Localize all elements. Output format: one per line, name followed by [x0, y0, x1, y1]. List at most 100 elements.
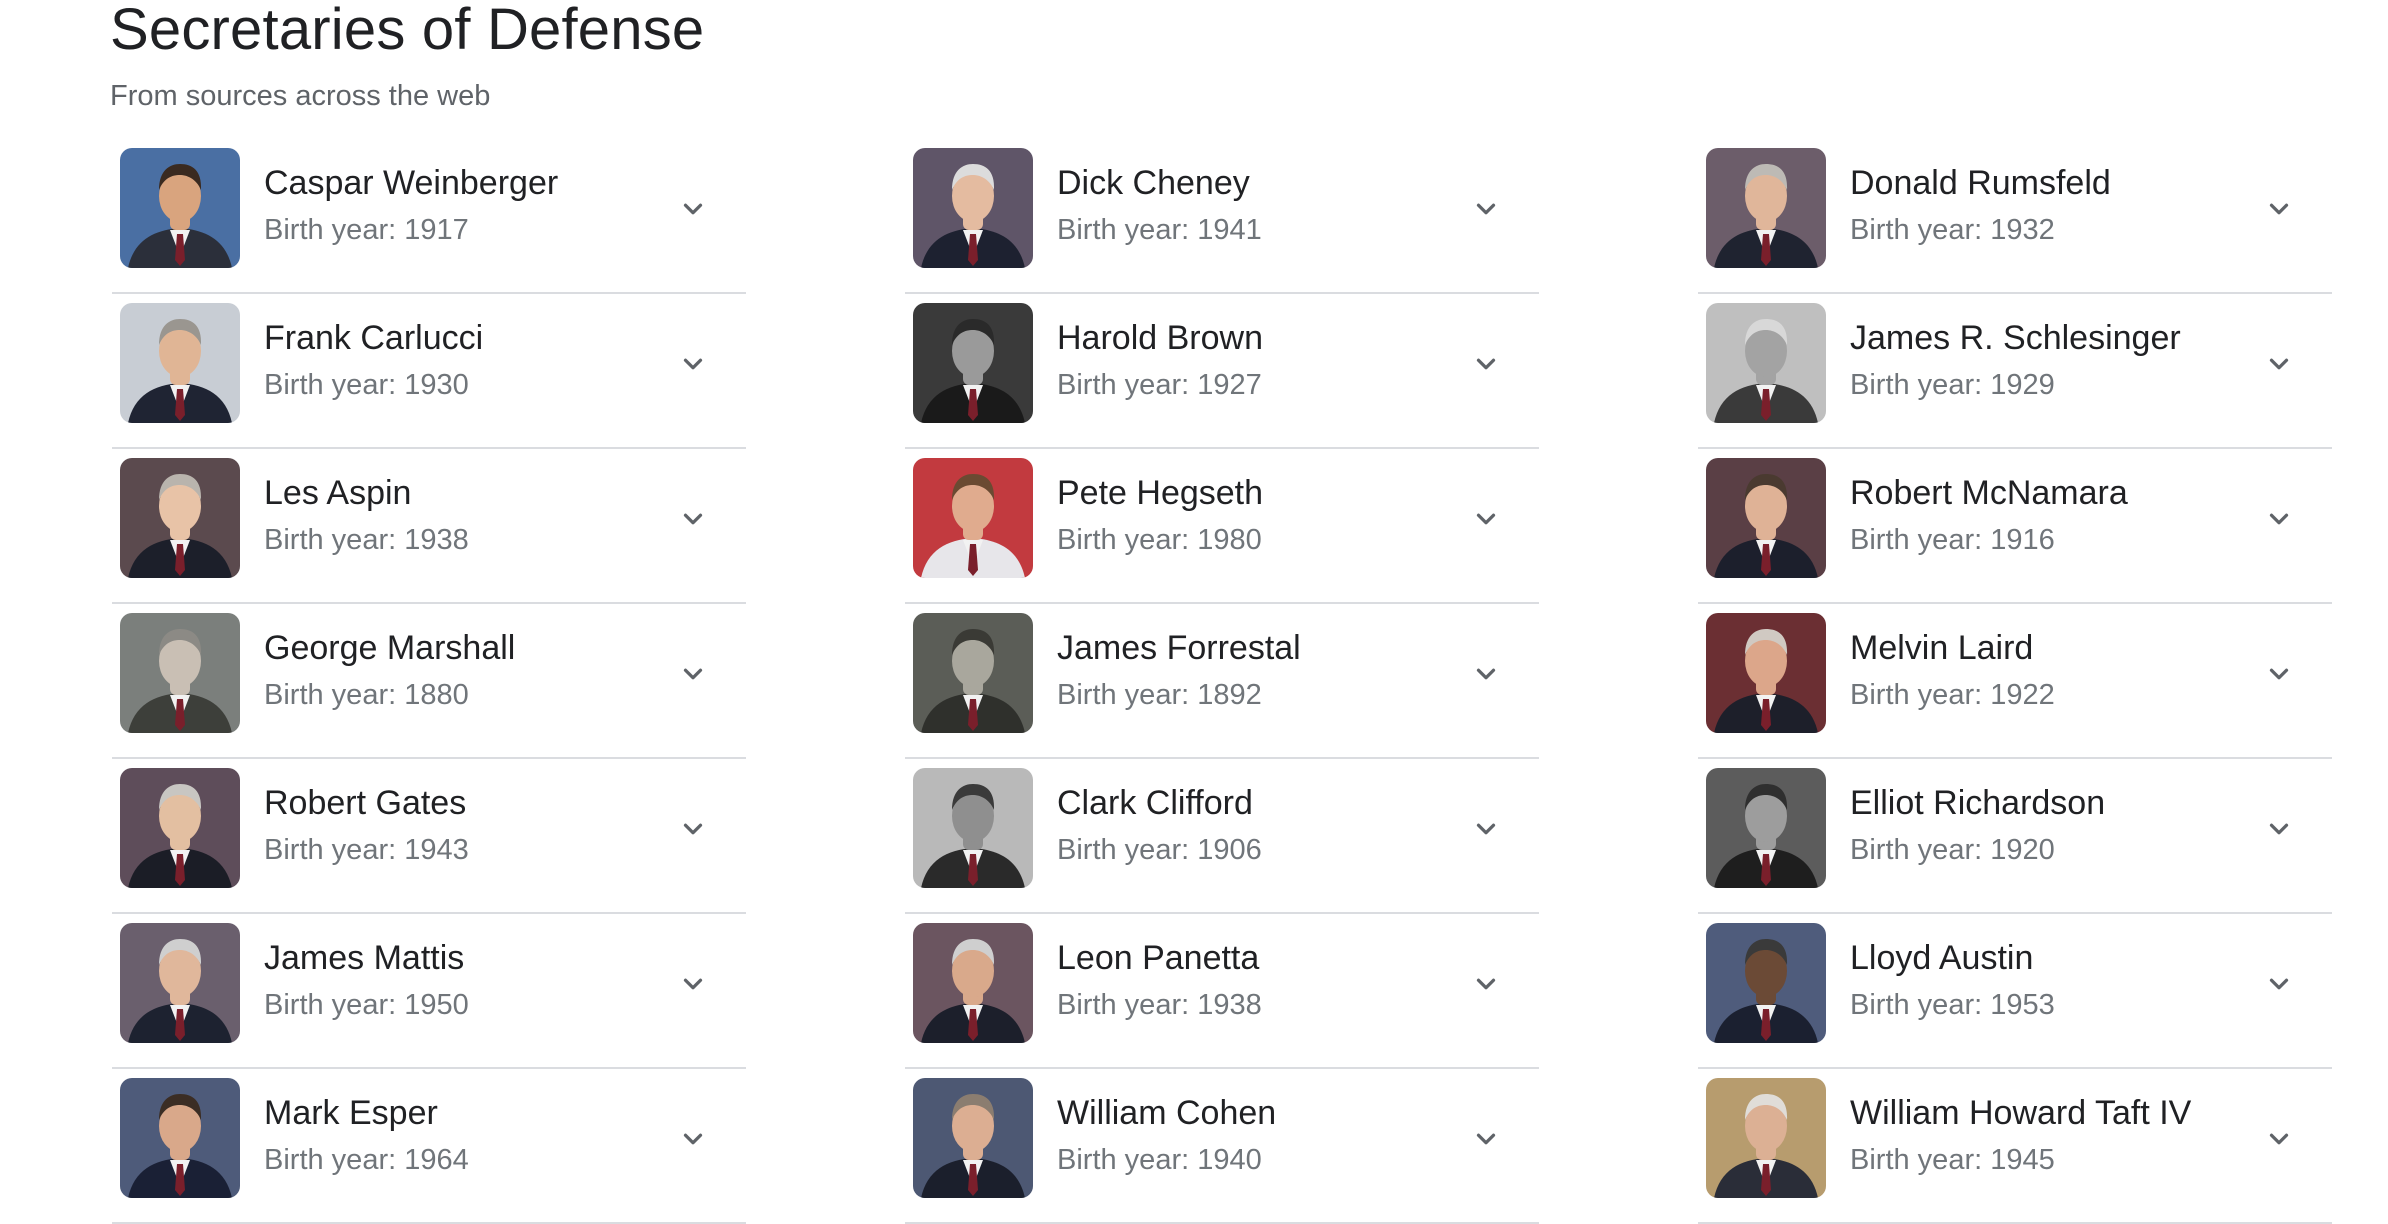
birth-year: Birth year: 1943 — [264, 834, 469, 866]
chevron-down-icon[interactable] — [676, 812, 710, 846]
portrait-photo[interactable] — [120, 1078, 240, 1198]
person-name[interactable]: Caspar Weinberger — [264, 162, 558, 204]
person-name[interactable]: Les Aspin — [264, 472, 411, 514]
chevron-down-icon[interactable] — [2262, 967, 2296, 1001]
birth-year: Birth year: 1929 — [1850, 369, 2055, 401]
result-row[interactable]: Harold Brown Birth year: 1927 — [905, 295, 1539, 449]
portrait-photo[interactable] — [913, 613, 1033, 733]
portrait-photo[interactable] — [913, 1078, 1033, 1198]
chevron-down-icon[interactable] — [2262, 347, 2296, 381]
portrait-photo[interactable] — [120, 148, 240, 268]
person-name[interactable]: Leon Panetta — [1057, 937, 1259, 979]
portrait-photo[interactable] — [120, 768, 240, 888]
birth-year: Birth year: 1880 — [264, 679, 469, 711]
result-row[interactable]: Caspar Weinberger Birth year: 1917 — [112, 140, 746, 294]
portrait-photo[interactable] — [913, 148, 1033, 268]
chevron-down-icon[interactable] — [676, 967, 710, 1001]
results-column-3: Donald Rumsfeld Birth year: 1932 James R… — [1698, 140, 2332, 1224]
portrait-image — [120, 768, 240, 888]
result-row[interactable]: James R. Schlesinger Birth year: 1929 — [1698, 295, 2332, 449]
person-name[interactable]: William Cohen — [1057, 1092, 1276, 1134]
person-name[interactable]: Robert McNamara — [1850, 472, 2128, 514]
result-row[interactable]: Frank Carlucci Birth year: 1930 — [112, 295, 746, 449]
portrait-photo[interactable] — [913, 923, 1033, 1043]
portrait-photo[interactable] — [1706, 923, 1826, 1043]
birth-year: Birth year: 1941 — [1057, 214, 1262, 246]
portrait-photo[interactable] — [913, 458, 1033, 578]
person-name[interactable]: Pete Hegseth — [1057, 472, 1263, 514]
portrait-photo[interactable] — [913, 303, 1033, 423]
chevron-down-icon[interactable] — [1469, 657, 1503, 691]
portrait-image — [1706, 1078, 1826, 1198]
portrait-photo[interactable] — [120, 613, 240, 733]
person-name[interactable]: Donald Rumsfeld — [1850, 162, 2111, 204]
portrait-image — [120, 923, 240, 1043]
person-name[interactable]: William Howard Taft IV — [1850, 1092, 2191, 1134]
result-row[interactable]: Melvin Laird Birth year: 1922 — [1698, 605, 2332, 759]
portrait-photo[interactable] — [1706, 613, 1826, 733]
chevron-down-icon[interactable] — [676, 1122, 710, 1156]
chevron-down-icon[interactable] — [1469, 347, 1503, 381]
chevron-down-icon[interactable] — [676, 347, 710, 381]
result-row[interactable]: William Cohen Birth year: 1940 — [905, 1070, 1539, 1224]
person-name[interactable]: Clark Clifford — [1057, 782, 1253, 824]
portrait-photo[interactable] — [120, 923, 240, 1043]
birth-year: Birth year: 1917 — [264, 214, 469, 246]
portrait-photo[interactable] — [1706, 458, 1826, 578]
portrait-image — [913, 1078, 1033, 1198]
person-name[interactable]: James R. Schlesinger — [1850, 317, 2181, 359]
portrait-photo[interactable] — [1706, 148, 1826, 268]
person-name[interactable]: Frank Carlucci — [264, 317, 483, 359]
person-name[interactable]: Robert Gates — [264, 782, 466, 824]
portrait-image — [913, 458, 1033, 578]
results-column-2: Dick Cheney Birth year: 1941 Harold Brow… — [905, 140, 1539, 1224]
result-row[interactable]: Robert McNamara Birth year: 1916 — [1698, 450, 2332, 604]
chevron-down-icon[interactable] — [1469, 192, 1503, 226]
person-name[interactable]: George Marshall — [264, 627, 515, 669]
result-row[interactable]: Mark Esper Birth year: 1964 — [112, 1070, 746, 1224]
chevron-down-icon[interactable] — [2262, 502, 2296, 536]
person-name[interactable]: Elliot Richardson — [1850, 782, 2105, 824]
result-row[interactable]: Lloyd Austin Birth year: 1953 — [1698, 915, 2332, 1069]
portrait-photo[interactable] — [1706, 768, 1826, 888]
result-row[interactable]: Elliot Richardson Birth year: 1920 — [1698, 760, 2332, 914]
chevron-down-icon[interactable] — [676, 502, 710, 536]
result-row[interactable]: Clark Clifford Birth year: 1906 — [905, 760, 1539, 914]
result-row[interactable]: Dick Cheney Birth year: 1941 — [905, 140, 1539, 294]
portrait-photo[interactable] — [120, 303, 240, 423]
chevron-down-icon[interactable] — [1469, 502, 1503, 536]
chevron-down-icon[interactable] — [1469, 967, 1503, 1001]
chevron-down-icon[interactable] — [2262, 1122, 2296, 1156]
result-row[interactable]: James Forrestal Birth year: 1892 — [905, 605, 1539, 759]
chevron-down-icon[interactable] — [2262, 657, 2296, 691]
chevron-down-icon[interactable] — [2262, 192, 2296, 226]
chevron-down-icon[interactable] — [676, 192, 710, 226]
result-row[interactable]: James Mattis Birth year: 1950 — [112, 915, 746, 1069]
portrait-photo[interactable] — [1706, 1078, 1826, 1198]
portrait-photo[interactable] — [913, 768, 1033, 888]
portrait-photo[interactable] — [120, 458, 240, 578]
birth-year: Birth year: 1932 — [1850, 214, 2055, 246]
person-name[interactable]: James Mattis — [264, 937, 464, 979]
result-row[interactable]: William Howard Taft IV Birth year: 1945 — [1698, 1070, 2332, 1224]
person-name[interactable]: James Forrestal — [1057, 627, 1301, 669]
person-name[interactable]: Mark Esper — [264, 1092, 438, 1134]
person-name[interactable]: Dick Cheney — [1057, 162, 1250, 204]
result-row[interactable]: Donald Rumsfeld Birth year: 1932 — [1698, 140, 2332, 294]
person-name[interactable]: Harold Brown — [1057, 317, 1263, 359]
result-row[interactable]: Pete Hegseth Birth year: 1980 — [905, 450, 1539, 604]
birth-year: Birth year: 1964 — [264, 1144, 469, 1176]
person-name[interactable]: Lloyd Austin — [1850, 937, 2033, 979]
portrait-photo[interactable] — [1706, 303, 1826, 423]
result-row[interactable]: Robert Gates Birth year: 1943 — [112, 760, 746, 914]
chevron-down-icon[interactable] — [676, 657, 710, 691]
birth-year: Birth year: 1938 — [1057, 989, 1262, 1021]
chevron-down-icon[interactable] — [2262, 812, 2296, 846]
person-name[interactable]: Melvin Laird — [1850, 627, 2033, 669]
result-row[interactable]: Les Aspin Birth year: 1938 — [112, 450, 746, 604]
result-row[interactable]: Leon Panetta Birth year: 1938 — [905, 915, 1539, 1069]
result-row[interactable]: George Marshall Birth year: 1880 — [112, 605, 746, 759]
chevron-down-icon[interactable] — [1469, 1122, 1503, 1156]
chevron-down-icon[interactable] — [1469, 812, 1503, 846]
portrait-image — [120, 1078, 240, 1198]
